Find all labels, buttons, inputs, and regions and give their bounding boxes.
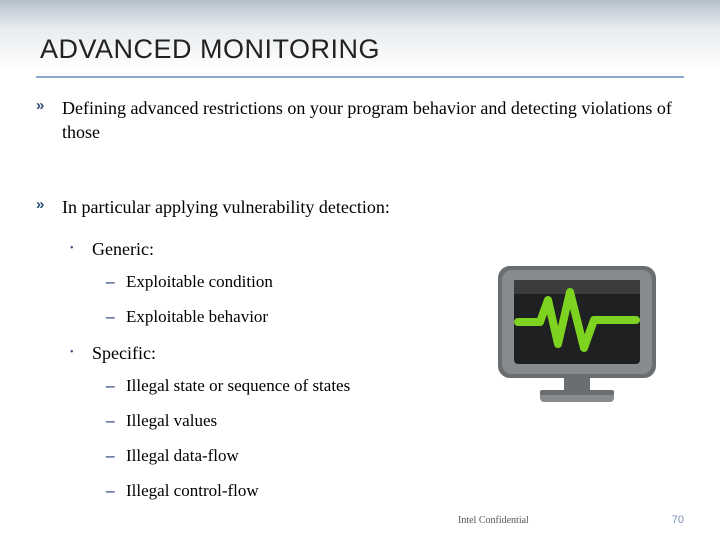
bullet-text: Exploitable behavior [126, 307, 268, 326]
slide-title: ADVANCED MONITORING [40, 34, 380, 65]
dash-icon: – [106, 375, 115, 398]
bullet-level1: » In particular applying vulnerability d… [36, 195, 684, 219]
dash-icon: – [106, 271, 115, 294]
dash-icon: – [106, 410, 115, 433]
bullet-level3: – Illegal control-flow [106, 480, 684, 503]
title-underline [36, 76, 684, 78]
bullet-text: Exploitable condition [126, 272, 273, 291]
bullet-level3: – Illegal values [106, 410, 684, 433]
bullet-text: In particular applying vulnerability det… [62, 197, 390, 217]
dash-icon: – [106, 480, 115, 503]
raquo-icon: » [36, 195, 44, 215]
bullet-text: Generic: [92, 239, 154, 259]
footer-confidential: Intel Confidential [458, 515, 529, 526]
bullet-level2: • Generic: [70, 237, 684, 261]
bullet-text: Illegal data-flow [126, 446, 239, 465]
slide: ADVANCED MONITORING » Defining advanced … [0, 0, 720, 540]
dash-icon: – [106, 306, 115, 329]
footer-page-number: 70 [672, 514, 684, 526]
bullet-text: Specific: [92, 343, 156, 363]
dot-icon: • [70, 242, 74, 256]
raquo-icon: » [36, 96, 44, 116]
bullet-level1: » Defining advanced restrictions on your… [36, 96, 684, 145]
bullet-text: Illegal values [126, 411, 217, 430]
bullet-level3: – Illegal data-flow [106, 445, 684, 468]
bullet-text: Illegal state or sequence of states [126, 376, 350, 395]
bullet-text: Defining advanced restrictions on your p… [62, 98, 672, 142]
monitor-heartbeat-icon [492, 260, 668, 408]
dash-icon: – [106, 445, 115, 468]
dot-icon: • [70, 346, 74, 360]
bullet-text: Illegal control-flow [126, 481, 259, 500]
